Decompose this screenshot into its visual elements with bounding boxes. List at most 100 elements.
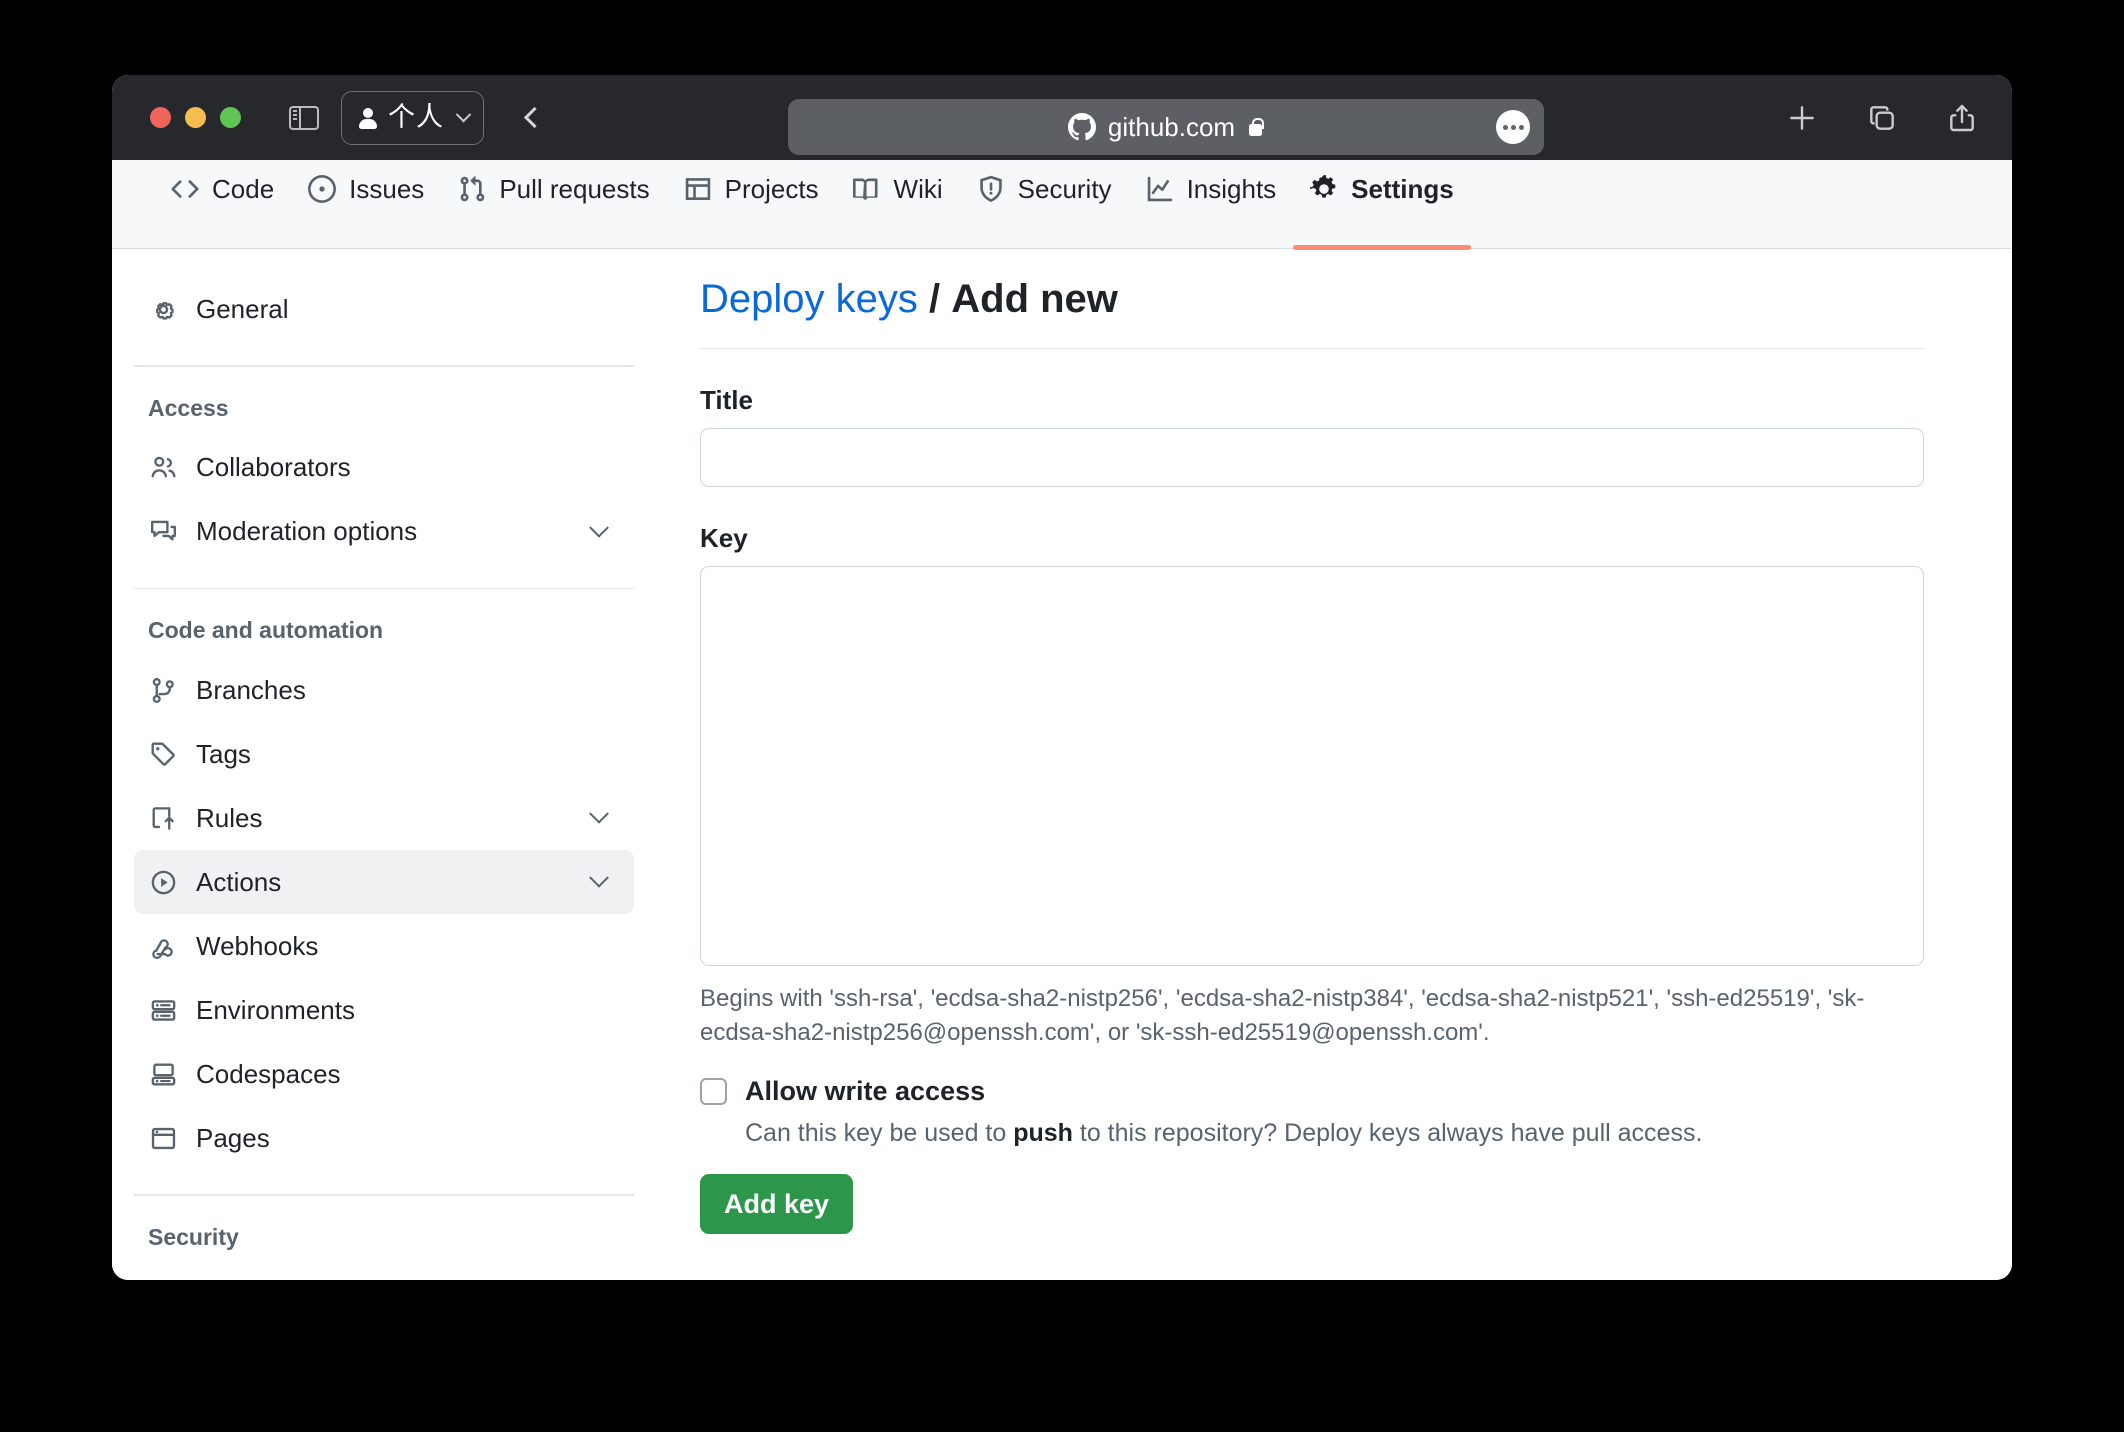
title-field-label: Title [700, 385, 753, 415]
chevron-left-icon [523, 106, 545, 129]
tab-overview-button[interactable] [1862, 98, 1902, 138]
address-bar[interactable]: github.com [788, 99, 1544, 155]
sidebar-item-actions[interactable]: Actions [134, 850, 634, 914]
sidebar-section-heading-security: Security [148, 1223, 239, 1250]
sidebar-item-label: Actions [196, 866, 282, 897]
tab-pull-requests[interactable]: Pull requests [441, 160, 666, 248]
webhook-icon [148, 931, 178, 961]
sidebar-item-label: Moderation options [196, 516, 418, 546]
code-icon [171, 175, 199, 233]
tab-code[interactable]: Code [154, 160, 291, 248]
git-branch-icon [148, 675, 178, 705]
desc-part-1: Can this key be used to [745, 1119, 1014, 1148]
sidebar-item-label: Webhooks [196, 930, 319, 961]
zoom-window-button[interactable] [220, 107, 241, 128]
sidebar-item-general[interactable]: General [134, 277, 634, 341]
window-traffic-lights [150, 107, 241, 128]
title-input[interactable] [700, 428, 1924, 487]
deploy-keys-link[interactable]: Deploy keys [700, 277, 918, 321]
gear-icon [148, 294, 178, 324]
people-icon [148, 453, 178, 483]
codespaces-icon [148, 1059, 178, 1089]
profile-label: 个人 [388, 102, 444, 132]
sidebar-item-label: Pages [196, 1122, 270, 1153]
new-tab-button[interactable] [1782, 98, 1822, 138]
browser-titlebar: 个人 github.com [112, 75, 2012, 160]
sidebar-item-codespaces[interactable]: Codespaces [134, 1042, 634, 1106]
add-key-button[interactable]: Add key [700, 1174, 854, 1235]
gear-icon [1310, 175, 1338, 233]
page-title: Deploy keys / Add new [700, 277, 1924, 349]
tab-wiki[interactable]: Wiki [836, 160, 960, 248]
sidebar-item-rules[interactable]: Rules [134, 786, 634, 850]
sidebar-item-label: Rules [196, 802, 263, 833]
tab-security[interactable]: Security [960, 160, 1129, 248]
share-icon [1950, 104, 1974, 131]
tab-issues[interactable]: Issues [291, 160, 441, 248]
github-mark-icon [1067, 113, 1096, 141]
sidebar-item-collaborators[interactable]: Collaborators [134, 436, 634, 500]
tab-label: Wiki [893, 173, 943, 204]
chevron-down-icon[interactable] [589, 517, 609, 538]
allow-write-access-label: Allow write access [745, 1076, 986, 1107]
tab-settings[interactable]: Settings [1293, 160, 1471, 250]
browser-window: 个人 github.com Code Issues Pull requests … [112, 75, 2012, 1280]
tab-label: Issues [349, 173, 425, 204]
sidebar-group-access: Collaborators Moderation options [112, 436, 656, 564]
sidebar-item-pages[interactable]: Pages [134, 1106, 634, 1170]
sidebar-item-moderation-options[interactable]: Moderation options [134, 500, 634, 564]
rules-icon [148, 803, 178, 833]
sidebar-item-label: Tags [196, 738, 251, 769]
person-icon [358, 107, 378, 129]
sidebar-item-branches[interactable]: Branches [134, 658, 634, 722]
sidebar-section-heading-access: Access [148, 394, 229, 421]
chevron-down-icon [455, 106, 472, 123]
profile-switcher-button[interactable]: 个人 [341, 90, 484, 145]
desc-push-emphasis: push [1013, 1119, 1073, 1148]
chevron-down-icon[interactable] [589, 803, 609, 824]
graph-icon [1146, 175, 1174, 233]
key-field-label: Key [700, 523, 748, 553]
sidebar-icon [289, 105, 319, 130]
shield-icon [977, 175, 1005, 233]
sidebar-group-top: General [112, 277, 656, 341]
desc-part-2: to this repository? Deploy keys always h… [1072, 1119, 1703, 1148]
tab-insights[interactable]: Insights [1129, 160, 1294, 248]
sidebar-item-label: General [196, 293, 289, 324]
repo-nav: Code Issues Pull requests Projects Wiki [112, 160, 2012, 250]
lock-icon [1247, 117, 1264, 137]
issue-opened-icon [308, 175, 337, 233]
address-bar-text: github.com [1107, 111, 1236, 142]
allow-write-access-row[interactable]: Allow write access [700, 1076, 1924, 1107]
sidebar-item-webhooks[interactable]: Webhooks [134, 914, 634, 978]
tab-label: Security [1017, 173, 1112, 204]
back-button[interactable] [514, 98, 554, 138]
browser-icon [148, 1123, 178, 1153]
chevron-down-icon[interactable] [589, 867, 609, 888]
title-separator: / [929, 277, 941, 321]
page-content: General Access Collaborators Moderation … [112, 249, 2012, 1280]
allow-write-access-description: Can this key be used to push to this rep… [745, 1119, 1924, 1148]
sidebar-item-label: Collaborators [196, 452, 351, 482]
settings-sidebar: General Access Collaborators Moderation … [112, 249, 656, 1280]
minimize-window-button[interactable] [185, 107, 206, 128]
share-button[interactable] [1942, 98, 1982, 138]
comment-discussion-icon [148, 517, 178, 547]
key-format-hint: Begins with 'ssh-rsa', 'ecdsa-sha2-nistp… [700, 985, 1865, 1047]
tag-icon [148, 739, 178, 769]
tab-projects[interactable]: Projects [667, 160, 836, 248]
tab-label: Insights [1186, 173, 1277, 204]
key-textarea[interactable] [700, 566, 1924, 966]
sidebar-group-code-and-automation: Branches Tags Rules Actions Webhooks Env… [112, 658, 656, 1170]
sidebar-toggle-button[interactable] [285, 101, 323, 135]
allow-write-access-checkbox[interactable] [700, 1078, 727, 1106]
copy-tabs-icon [1870, 105, 1894, 130]
page-settings-button[interactable] [1496, 110, 1530, 144]
close-window-button[interactable] [150, 107, 171, 128]
play-circle-icon [148, 867, 178, 897]
tab-label: Projects [724, 173, 819, 204]
sidebar-item-environments[interactable]: Environments [134, 978, 634, 1042]
plus-icon [1790, 105, 1814, 130]
sidebar-item-label: Branches [196, 674, 306, 705]
sidebar-item-tags[interactable]: Tags [134, 722, 634, 786]
